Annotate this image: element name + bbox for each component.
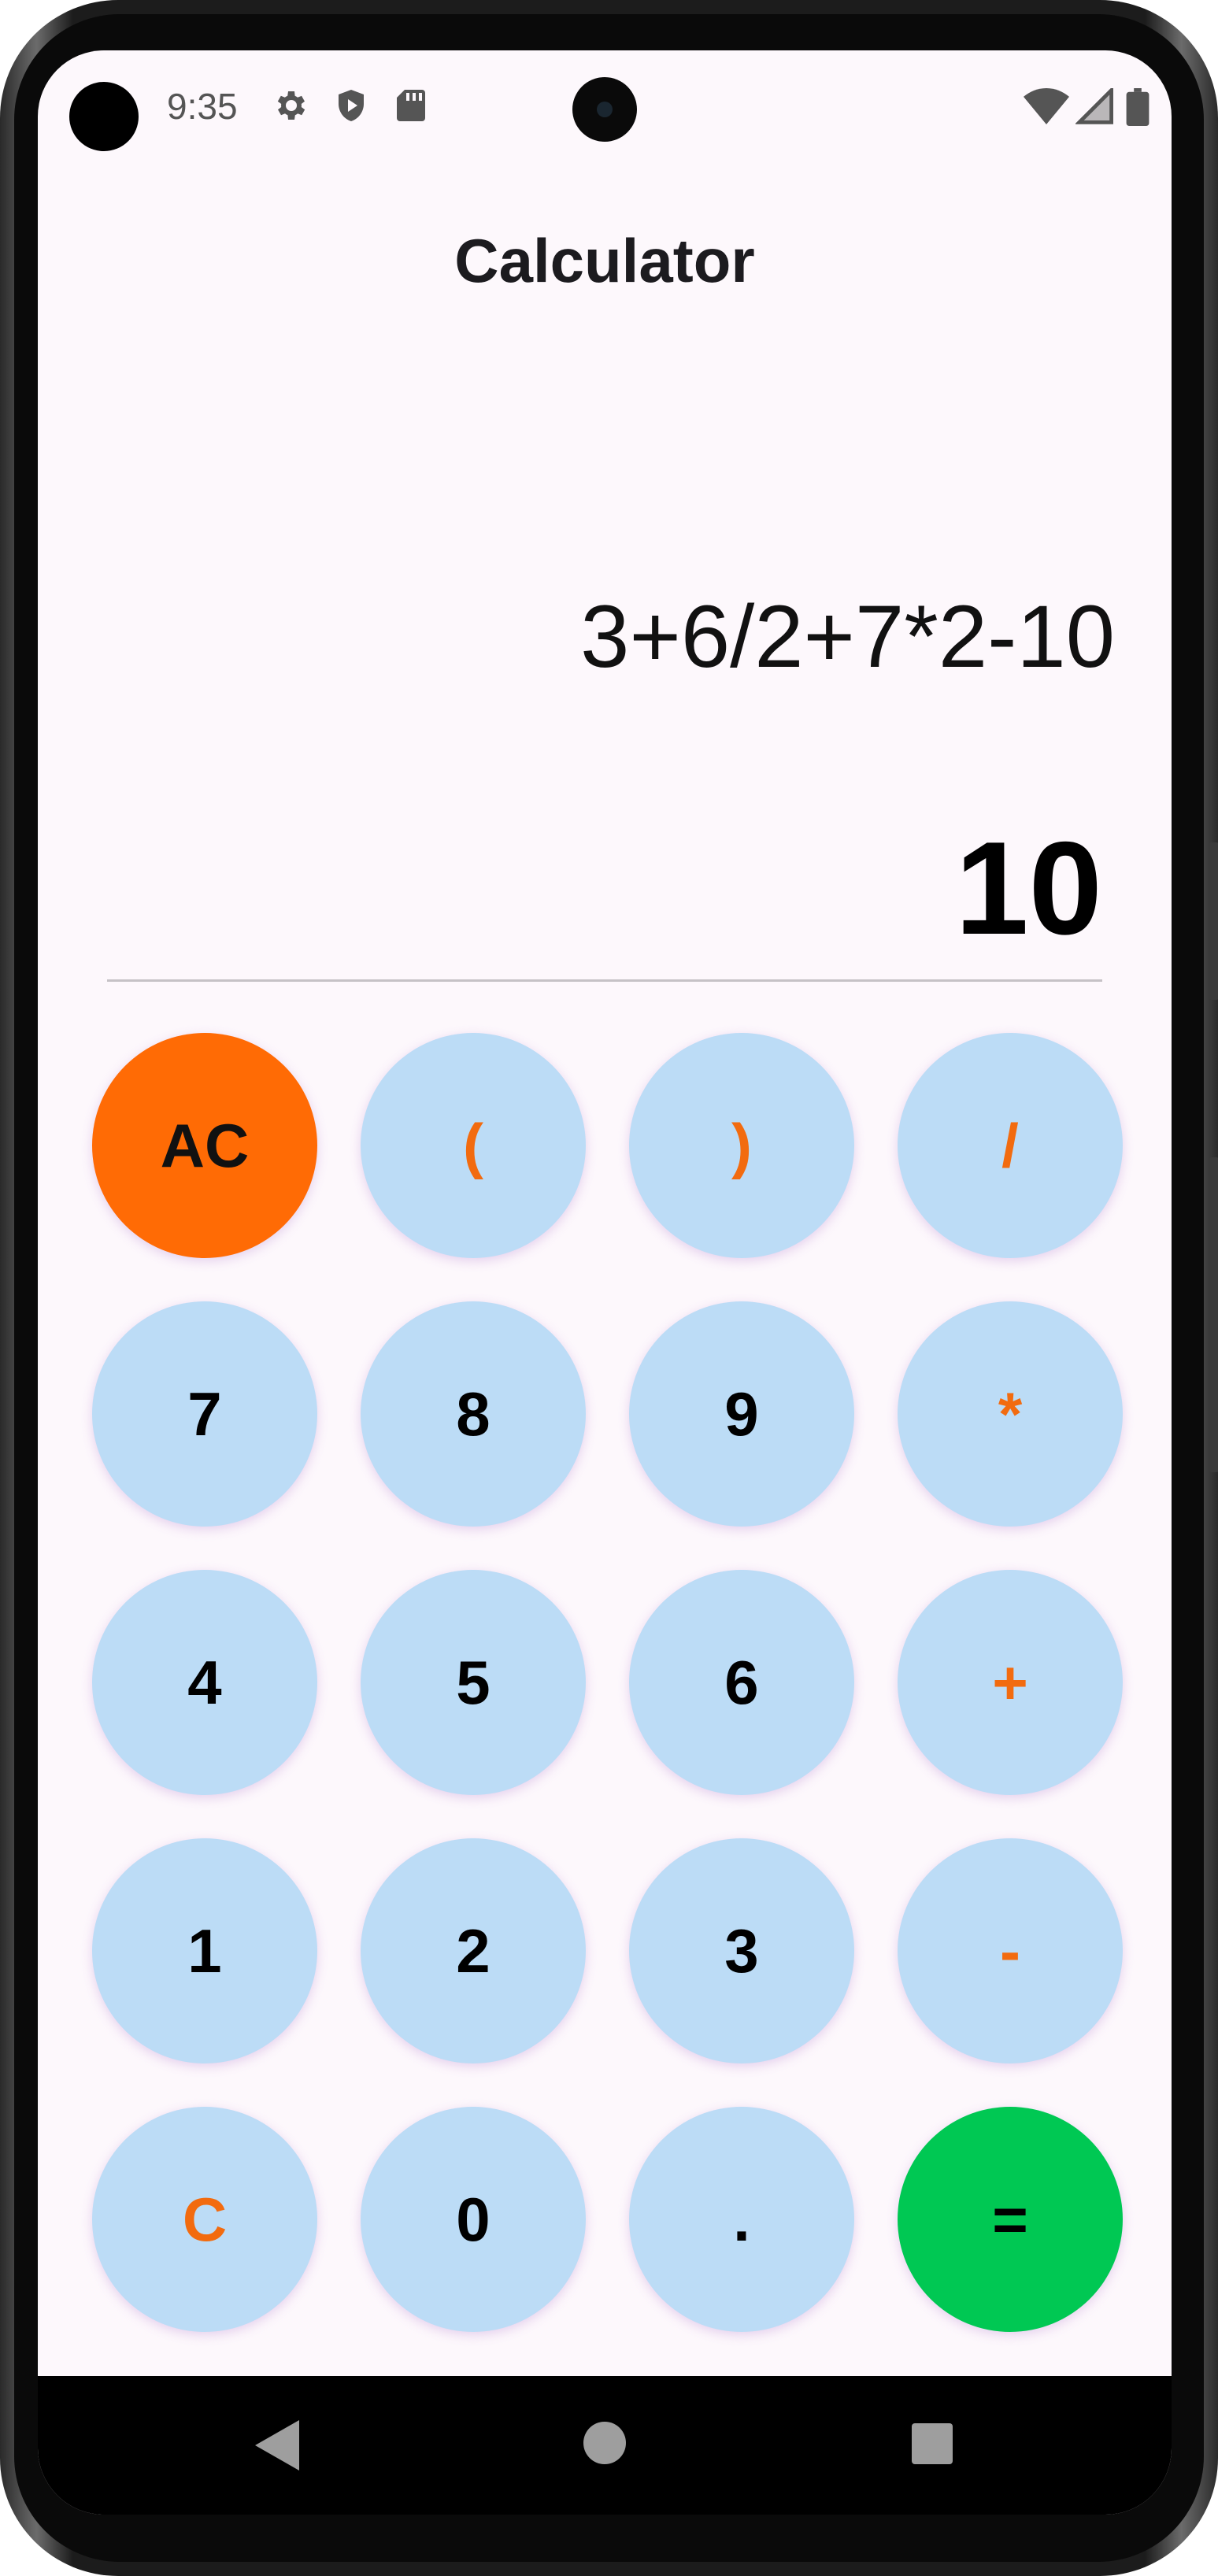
digit-3-button[interactable]: 3 [629, 1838, 854, 2063]
digit-7-button[interactable]: 7 [92, 1301, 317, 1527]
navigation-bar [38, 2376, 1172, 2515]
result-display: 10 [955, 814, 1102, 962]
digit-4-button[interactable]: 4 [92, 1570, 317, 1795]
clear-button[interactable]: C [92, 2107, 317, 2332]
status-time: 9:35 [167, 86, 238, 127]
expression-display: 3+6/2+7*2-10 [580, 587, 1115, 686]
status-bar: 9:35 [38, 50, 1172, 161]
divide-button[interactable]: / [898, 1033, 1123, 1258]
screen: 9:35 Calculator 3+6/2+7*2-10 10 AC () /… [38, 50, 1172, 2515]
digit-6-button[interactable]: 6 [629, 1570, 854, 1795]
phone-frame: 9:35 Calculator 3+6/2+7*2-10 10 AC () /… [0, 0, 1218, 2576]
close-paren-button[interactable]: ) [629, 1033, 854, 1258]
display-divider [107, 979, 1102, 982]
open-paren-button[interactable]: ( [361, 1033, 586, 1258]
all-clear-button[interactable]: AC [92, 1033, 317, 1258]
front-camera [572, 77, 637, 142]
digit-0-button[interactable]: 0 [361, 2107, 586, 2332]
camera-dot [69, 82, 139, 151]
multiply-button[interactable]: * [898, 1301, 1123, 1527]
decimal-button[interactable]: . [629, 2107, 854, 2332]
equals-button[interactable]: = [898, 2107, 1123, 2332]
recents-icon[interactable] [912, 2423, 953, 2468]
home-icon[interactable] [583, 2422, 626, 2468]
digit-2-button[interactable]: 2 [361, 1838, 586, 2063]
digit-8-button[interactable]: 8 [361, 1301, 586, 1527]
play-protect-icon [332, 87, 370, 128]
digit-5-button[interactable]: 5 [361, 1570, 586, 1795]
battery-icon [1126, 88, 1150, 130]
signal-icon [1075, 85, 1113, 128]
page-title: Calculator [454, 226, 755, 295]
digit-1-button[interactable]: 1 [92, 1838, 317, 2063]
settings-icon [271, 87, 309, 128]
sd-card-icon [394, 87, 428, 128]
add-button[interactable]: + [898, 1570, 1123, 1795]
digit-9-button[interactable]: 9 [629, 1301, 854, 1527]
wifi-icon [1024, 88, 1069, 128]
subtract-button[interactable]: - [898, 1838, 1123, 2063]
back-icon[interactable] [255, 2420, 302, 2474]
volume-button [1209, 842, 1218, 1000]
power-button [1209, 1157, 1218, 1472]
